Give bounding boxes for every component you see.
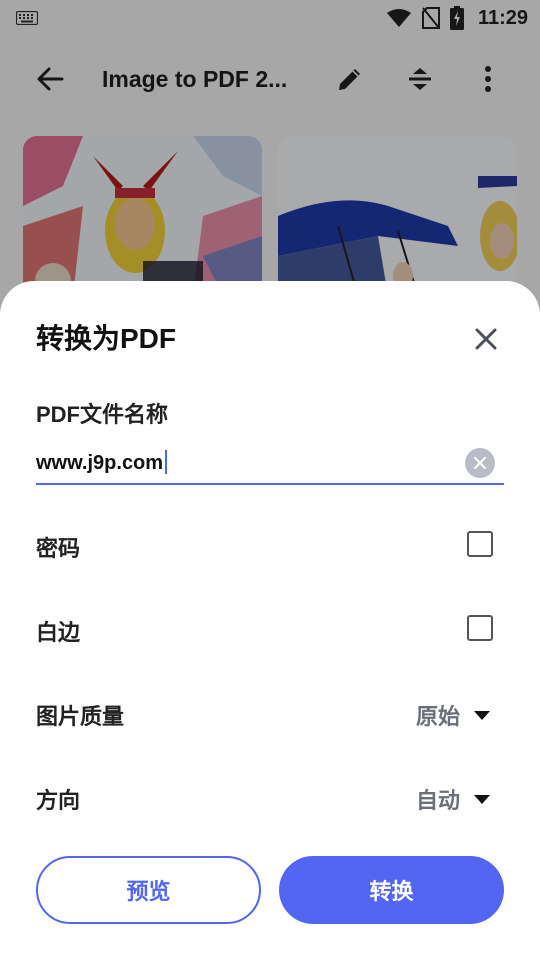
convert-button[interactable]: 转换 [279, 856, 504, 924]
sheet-title: 转换为PDF [36, 323, 177, 354]
image-quality-dropdown[interactable]: 原始 [416, 699, 490, 731]
convert-to-pdf-sheet: 转换为PDF PDF文件名称 密码 白边 图片质量 原始 方向 自动 预览 转换 [0, 281, 540, 960]
orientation-dropdown[interactable]: 自动 [416, 783, 490, 815]
filename-label: PDF文件名称 [36, 402, 169, 427]
filename-field-container [36, 445, 504, 485]
dropdown-arrow-icon [474, 710, 490, 720]
margin-label: 白边 [36, 620, 81, 645]
margin-checkbox[interactable] [467, 615, 493, 641]
preview-button[interactable]: 预览 [36, 856, 261, 924]
orientation-label: 方向 [36, 788, 81, 813]
image-quality-label: 图片质量 [36, 704, 125, 729]
close-icon [475, 328, 497, 350]
filename-input[interactable] [36, 445, 456, 481]
text-caret [165, 450, 167, 474]
orientation-value: 自动 [415, 788, 460, 813]
clear-icon [473, 456, 487, 470]
image-quality-value: 原始 [415, 704, 460, 729]
clear-text-button[interactable] [465, 448, 495, 478]
password-label: 密码 [36, 536, 81, 561]
dropdown-arrow-icon [474, 794, 490, 804]
password-checkbox[interactable] [467, 531, 493, 557]
close-button[interactable] [460, 313, 512, 365]
